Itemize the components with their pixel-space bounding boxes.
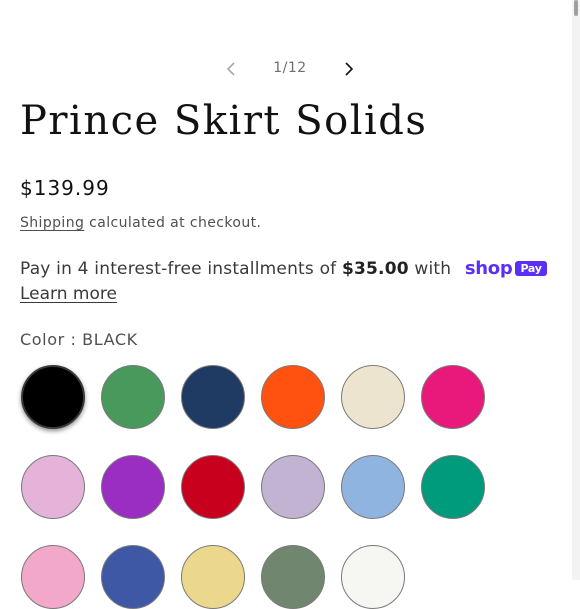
color-swatch[interactable]	[261, 365, 325, 429]
installments-with-text: with	[408, 259, 457, 279]
installments-text: Pay in 4 interest-free installments of	[20, 259, 342, 279]
color-swatch[interactable]	[341, 545, 405, 609]
color-swatch[interactable]	[181, 365, 245, 429]
color-swatch[interactable]	[181, 455, 245, 519]
pager-count: 1/12	[273, 60, 307, 76]
color-swatch[interactable]	[101, 365, 165, 429]
color-option-label: Color : BLACK	[20, 330, 138, 349]
color-swatch[interactable]	[341, 455, 405, 519]
chevron-right-icon	[345, 62, 354, 76]
color-swatch[interactable]	[181, 545, 245, 609]
product-title: Prince Skirt Solids	[20, 98, 428, 144]
scrollbar-thumb[interactable]	[574, 0, 578, 16]
installment-amount: $35.00	[341, 259, 409, 279]
color-swatch[interactable]	[421, 365, 485, 429]
shipping-note-text: calculated at checkout.	[84, 215, 262, 231]
color-swatch[interactable]	[101, 455, 165, 519]
selected-color-name: BLACK	[82, 330, 138, 349]
learn-more-link[interactable]: Learn more	[20, 284, 117, 304]
installments-banner: Pay in 4 interest-free installments of $…	[20, 258, 547, 279]
chevron-left-icon	[226, 62, 235, 76]
color-swatch[interactable]	[261, 455, 325, 519]
scrollbar[interactable]	[572, 0, 580, 580]
shipping-link[interactable]: Shipping	[20, 215, 84, 231]
shop-wordmark: shop	[464, 258, 513, 279]
color-swatch[interactable]	[21, 365, 85, 429]
product-price: $139.99	[20, 176, 110, 200]
next-image-button[interactable]	[336, 56, 362, 82]
color-swatch[interactable]	[21, 545, 85, 609]
color-swatch[interactable]	[341, 365, 405, 429]
shop-pay-logo: shop Pay	[465, 258, 547, 279]
color-swatch[interactable]	[101, 545, 165, 609]
color-label-prefix: Color :	[20, 330, 83, 349]
color-swatch[interactable]	[261, 545, 325, 609]
color-swatch[interactable]	[21, 455, 85, 519]
image-pager: 1/12	[0, 56, 580, 82]
color-swatch[interactable]	[421, 455, 485, 519]
shipping-note: Shipping calculated at checkout.	[20, 215, 261, 231]
previous-image-button[interactable]	[218, 56, 244, 82]
pay-badge: Pay	[515, 261, 547, 276]
